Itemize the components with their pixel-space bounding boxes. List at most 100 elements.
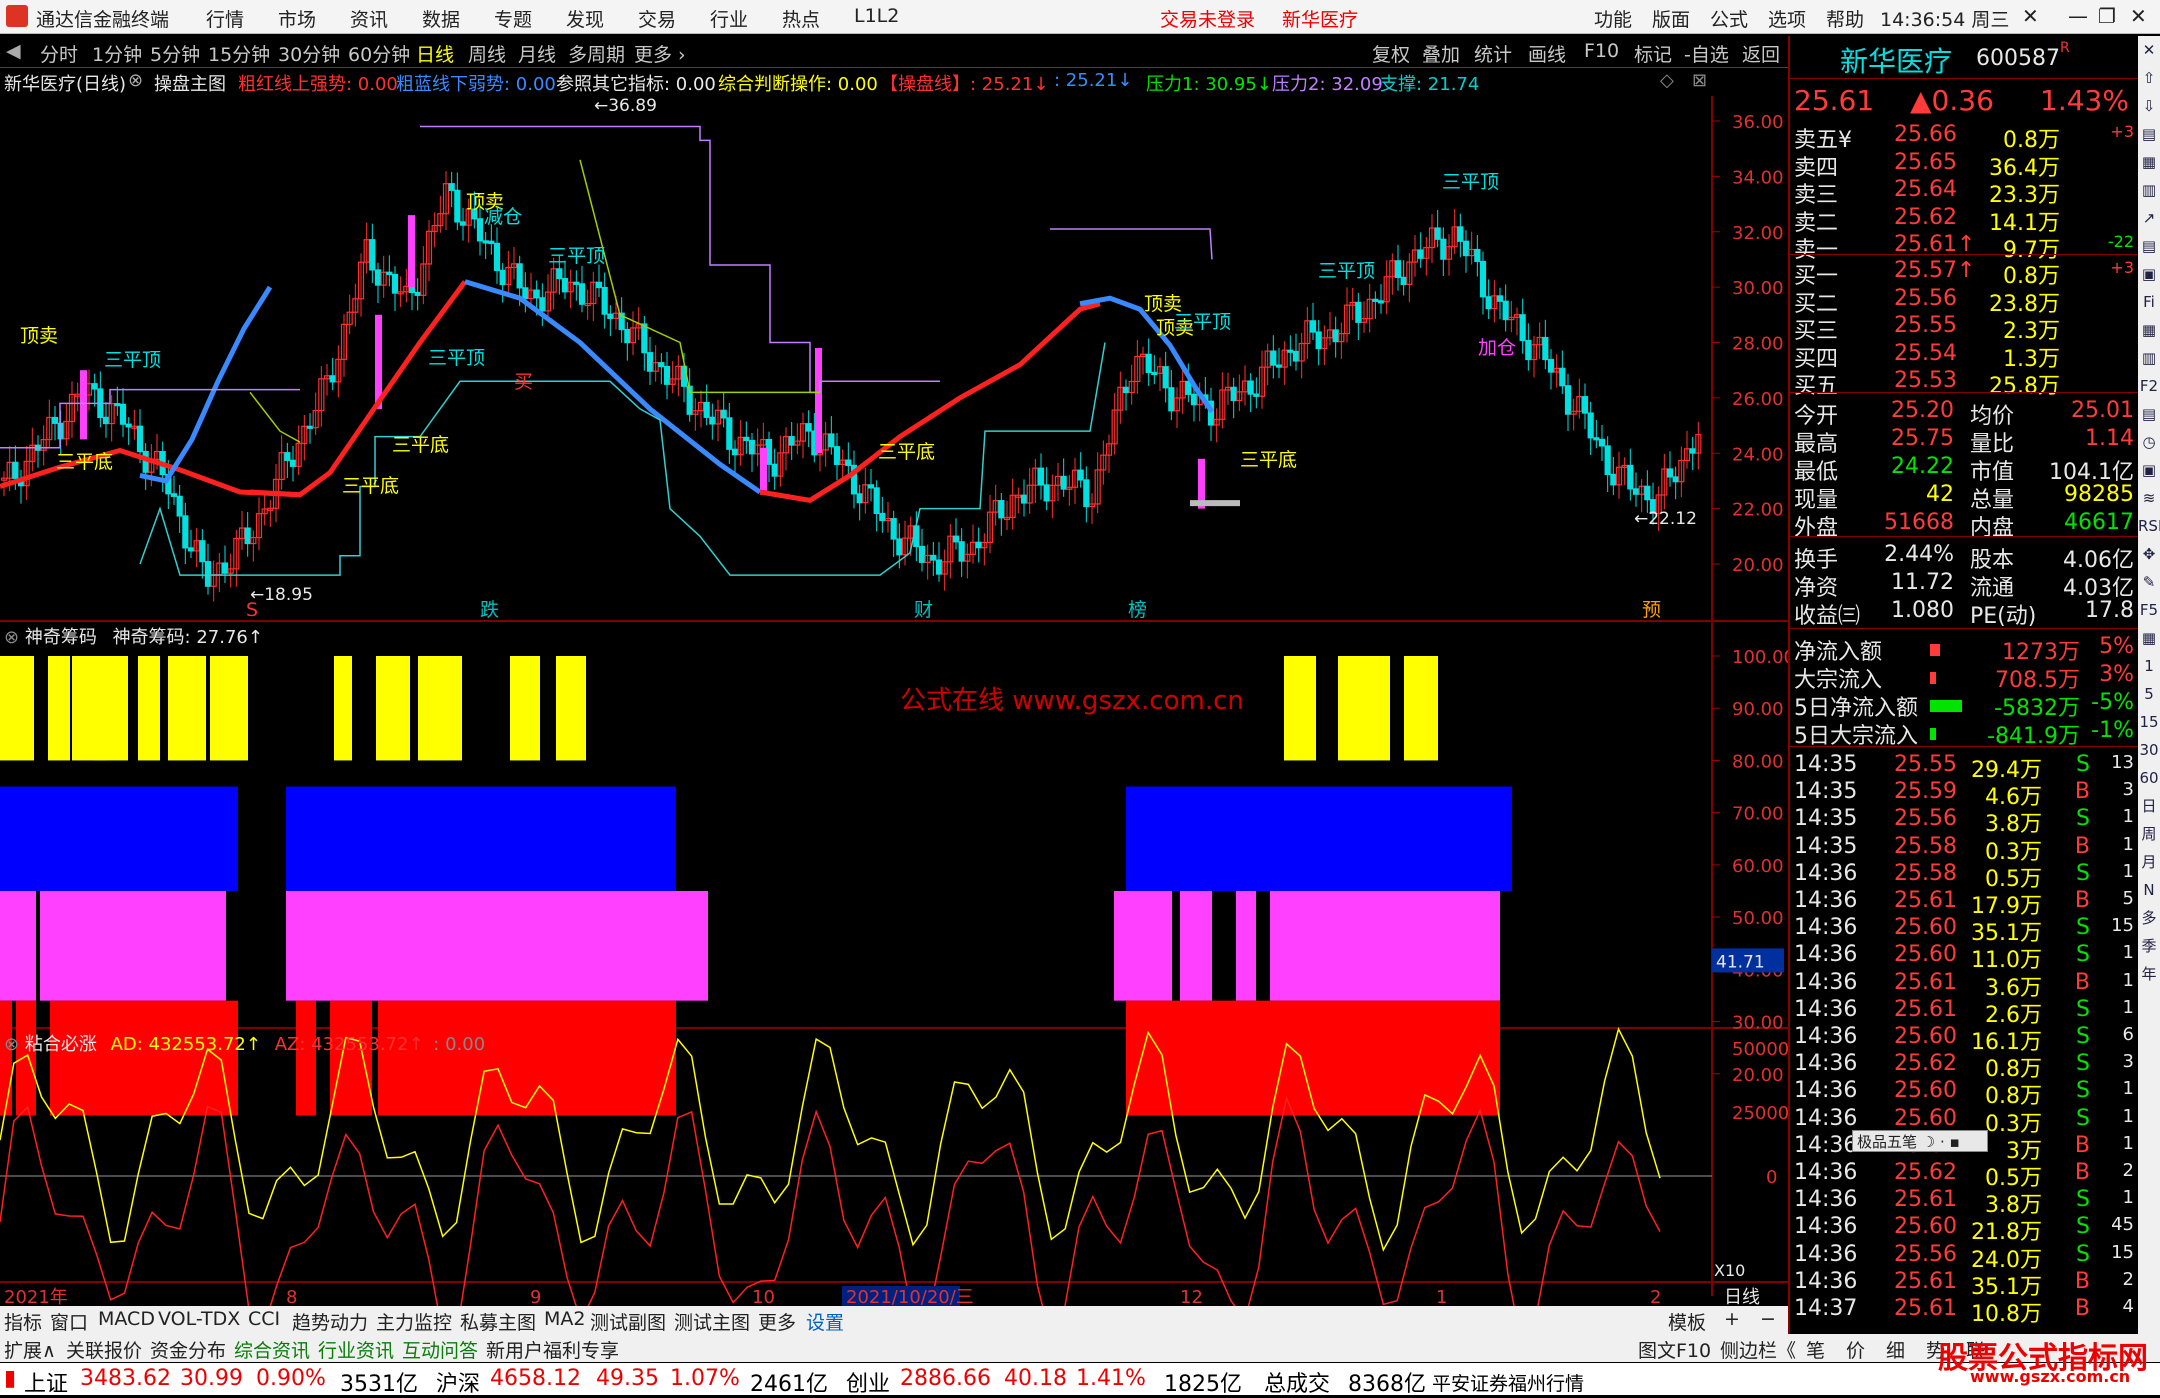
index-name[interactable]: 创业 [846, 1366, 890, 1398]
tab-settings[interactable]: 设置 [806, 1308, 844, 1335]
move-icon[interactable]: ✥ [2138, 540, 2160, 568]
menu-item[interactable]: 市场 [278, 5, 350, 32]
sidebar-icon[interactable]: ▤ [2138, 120, 2160, 148]
add-icon[interactable]: + [1724, 1308, 1740, 1330]
menu-item[interactable]: L1L2 [854, 5, 926, 32]
info-tab[interactable]: 关联报价 [66, 1336, 142, 1363]
tab[interactable]: VOL-TDX [158, 1308, 240, 1330]
tool-button[interactable]: 复权 [1372, 40, 1410, 67]
sidebar-icon[interactable]: 15 [2138, 708, 2160, 736]
period-tab-active[interactable]: 日线 [416, 40, 454, 67]
menu-item[interactable]: 交易 [638, 5, 710, 32]
template-button[interactable]: 模板 [1668, 1308, 1706, 1335]
sidebar-period[interactable]: 月 [2138, 848, 2160, 876]
sidebar-icon[interactable]: 1 [2138, 652, 2160, 680]
diamond-icon[interactable]: ◇ [1660, 70, 1674, 91]
panel-settings-icon[interactable]: ⊗ [4, 1034, 19, 1055]
quote-tab[interactable]: 细 [1886, 1336, 1905, 1363]
sidebar-icon[interactable]: ≋ [2138, 484, 2160, 512]
sidebar-period[interactable]: 年 [2138, 960, 2160, 988]
info-tab[interactable]: 扩展∧ [4, 1336, 56, 1363]
tool-button[interactable]: 叠加 [1422, 40, 1460, 67]
sidebar-icon[interactable]: ▦ [2138, 148, 2160, 176]
sidebar-icon[interactable]: ▣ [2138, 456, 2160, 484]
sidebar-period[interactable]: N [2138, 876, 2160, 904]
sidebar-period[interactable]: 多 [2138, 904, 2160, 932]
panel-settings-icon[interactable]: ⊗ [4, 627, 19, 648]
remove-icon[interactable]: − [1760, 1308, 1776, 1330]
tab[interactable]: MACD [98, 1308, 155, 1330]
tool-button[interactable]: 标记 [1634, 40, 1672, 67]
sidebar-icon[interactable]: ▤ [2138, 400, 2160, 428]
down-icon[interactable]: ⇩ [2138, 92, 2160, 120]
info-tab[interactable]: 新用户福利专享 [486, 1336, 619, 1363]
period-tab[interactable]: 周线 [468, 40, 506, 67]
period-tab[interactable]: 60分钟 [348, 40, 410, 67]
chart-icon[interactable]: ↗ [2138, 204, 2160, 232]
sidebar-icon[interactable]: ▦ [2138, 316, 2160, 344]
sidebar-icon[interactable]: ▤ [2138, 232, 2160, 260]
sidebar-icon[interactable]: ✕ [2138, 36, 2160, 64]
tool-button[interactable]: F10 [1584, 40, 1619, 62]
tab[interactable]: CCI [248, 1308, 280, 1330]
index-name[interactable]: 上证 [24, 1366, 68, 1398]
info-tab[interactable]: 互动问答 [402, 1336, 478, 1363]
index-name[interactable]: 沪深 [436, 1366, 480, 1398]
menu-item[interactable]: 功能 [1594, 5, 1652, 32]
menu-item[interactable]: 选项 [1768, 5, 1826, 32]
menu-item[interactable]: 数据 [422, 5, 494, 32]
sidebar-icon[interactable]: F2 [2138, 372, 2160, 400]
tab[interactable]: 更多 [758, 1308, 796, 1335]
menu-item[interactable]: 公式 [1710, 5, 1768, 32]
sidebar-icon[interactable]: ▦ [2138, 624, 2160, 652]
sidebar-period[interactable]: 周 [2138, 820, 2160, 848]
menu-item[interactable]: 行情 [206, 5, 278, 32]
period-tab[interactable]: 15分钟 [208, 40, 270, 67]
menu-item[interactable]: 资讯 [350, 5, 422, 32]
f10-button[interactable]: 图文F10 [1638, 1336, 1711, 1363]
restore-icon[interactable]: ❐ [2098, 4, 2116, 28]
indicator-name[interactable]: 操盘主图 [154, 70, 226, 96]
tab[interactable]: MA2 [544, 1308, 585, 1330]
sidebar-icon[interactable]: ▥ [2138, 176, 2160, 204]
tab[interactable]: 测试副图 [590, 1308, 666, 1335]
sidebar-period[interactable]: 季 [2138, 932, 2160, 960]
sidebar-period[interactable]: 日 [2138, 792, 2160, 820]
info-tab[interactable]: 行业资讯 [318, 1336, 394, 1363]
expand-icon[interactable]: ◀ [6, 40, 21, 62]
chart-settings-icon[interactable]: ⊗ [128, 70, 143, 91]
close-icon[interactable]: ✕ [2130, 4, 2147, 28]
menu-item[interactable]: 行业 [710, 5, 782, 32]
up-icon[interactable]: ⇧ [2138, 64, 2160, 92]
menu-item[interactable]: 帮助 [1826, 5, 1884, 32]
period-tab[interactable]: 5分钟 [150, 40, 200, 67]
sidebar-icon[interactable]: ▥ [2138, 344, 2160, 372]
close-indicator-icon[interactable]: ⊠ [1692, 70, 1707, 91]
tab[interactable]: 趋势动力 [292, 1308, 368, 1335]
tool-button[interactable]: 返回 [1742, 40, 1780, 67]
menu-item[interactable]: 版面 [1652, 5, 1710, 32]
info-tab[interactable]: 综合资讯 [234, 1336, 310, 1363]
chart-canvas[interactable]: 顶卖三平顶三平底顶卖减仓三平顶三平顶三平底三平底买三平底顶卖顶卖三平顶三平底三平… [0, 96, 1788, 1336]
tab[interactable]: 测试主图 [674, 1308, 750, 1335]
menu-item[interactable]: 热点 [782, 5, 854, 32]
tab[interactable]: 窗口 [50, 1308, 88, 1335]
sidebar-toggle[interactable]: 侧边栏《 [1720, 1336, 1796, 1363]
ime-popup[interactable]: 极品五笔 ☽ · ▪ [1852, 1130, 1988, 1152]
broker-name[interactable]: 平安证券福州行情 [1432, 1369, 1584, 1396]
period-tab[interactable]: 30分钟 [278, 40, 340, 67]
sidebar-icon[interactable]: F5 [2138, 596, 2160, 624]
sidebar-icon[interactable]: RSI [2138, 512, 2160, 540]
period-tab[interactable]: 月线 [518, 40, 556, 67]
clock-icon[interactable]: ◷ [2138, 428, 2160, 456]
period-tab[interactable]: 多周期 [568, 40, 625, 67]
close-panel-icon[interactable]: ✕ [2022, 4, 2039, 28]
menu-item[interactable]: 发现 [566, 5, 638, 32]
period-tab[interactable]: 更多 › [634, 40, 686, 67]
minimize-icon[interactable]: — [2068, 4, 2088, 28]
tab[interactable]: 主力监控 [376, 1308, 452, 1335]
tool-button[interactable]: 统计 [1474, 40, 1512, 67]
tool-button[interactable]: -自选 [1684, 40, 1729, 67]
quote-tab[interactable]: 价 [1846, 1336, 1865, 1363]
period-tab[interactable]: 1分钟 [92, 40, 142, 67]
